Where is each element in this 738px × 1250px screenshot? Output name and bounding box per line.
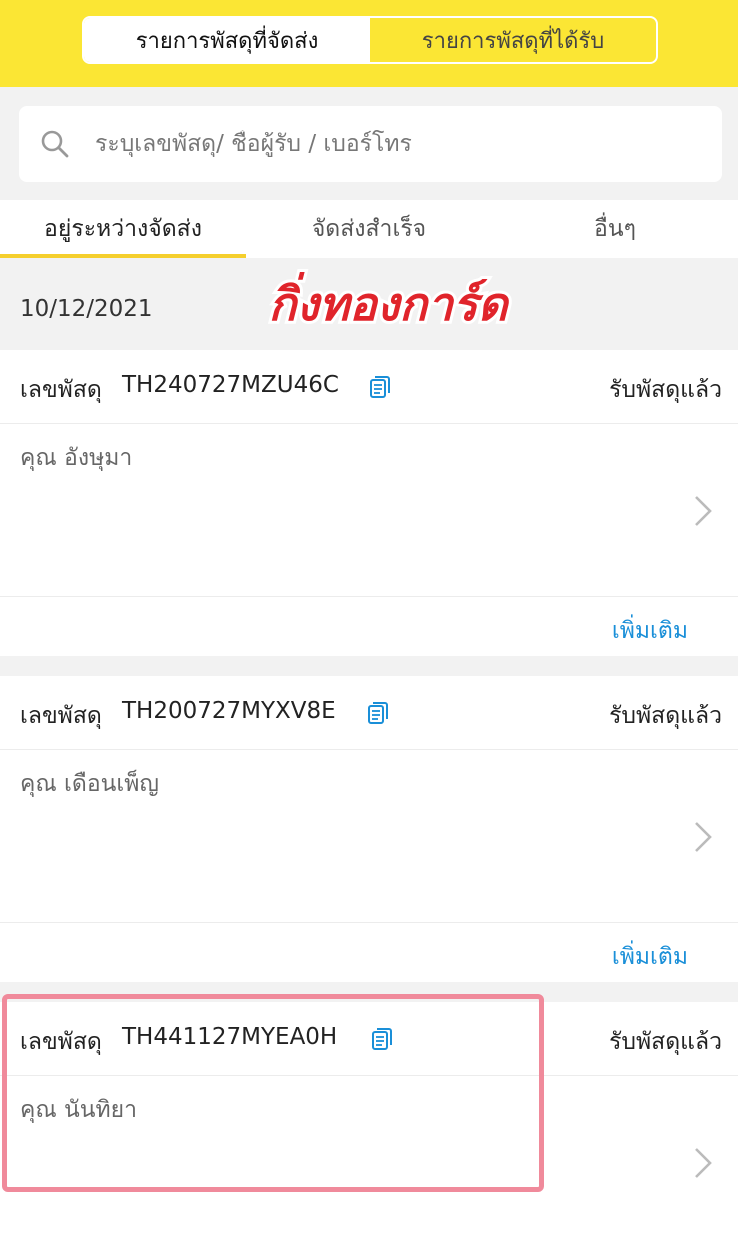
search-input[interactable]: [93, 130, 697, 158]
parcel-number: TH240727MZU46C: [122, 372, 339, 398]
copy-icon[interactable]: [368, 374, 392, 400]
recipient-name: คุณ นันทิยา: [20, 1097, 138, 1123]
tab-sent-parcels[interactable]: รายการพัสดุที่จัดส่ง: [84, 18, 370, 62]
parcel-number-label: เลขพัสดุ: [20, 703, 102, 729]
parcel-card-header: เลขพัสดุ TH240727MZU46C รับพัสดุแล้ว: [0, 350, 738, 424]
parcel-card[interactable]: เลขพัสดุ TH200727MYXV8E รับพัสดุแล้ว คุณ…: [0, 676, 738, 982]
more-details-link[interactable]: เพิ่มเติม: [612, 613, 688, 649]
watermark-text: กิ่งทองการ์ด: [269, 271, 511, 331]
search-bar: [19, 106, 722, 182]
parcel-status: รับพัสดุแล้ว: [609, 377, 722, 403]
recipient-name: คุณ อังษุมา: [20, 445, 133, 471]
chevron-right-icon[interactable]: [692, 494, 714, 528]
parcel-card[interactable]: เลขพัสดุ TH240727MZU46C รับพัสดุแล้ว คุณ…: [0, 350, 738, 656]
parcel-number: TH200727MYXV8E: [122, 698, 336, 724]
parcel-card-footer: เพิ่มเติม: [0, 596, 738, 656]
parcel-number-label: เลขพัสดุ: [20, 1029, 102, 1055]
tab-others[interactable]: อื่นๆ: [492, 200, 738, 258]
parcel-number-label: เลขพัสดุ: [20, 377, 102, 403]
chevron-right-icon[interactable]: [692, 1146, 714, 1180]
segmented-control: รายการพัสดุที่จัดส่ง รายการพัสดุที่ได้รั…: [82, 16, 658, 64]
header-bar: รายการพัสดุที่จัดส่ง รายการพัสดุที่ได้รั…: [0, 0, 738, 87]
parcel-card[interactable]: เลขพัสดุ TH441127MYEA0H รับพัสดุแล้ว คุณ…: [0, 1002, 738, 1250]
parcel-card-header: เลขพัสดุ TH200727MYXV8E รับพัสดุแล้ว: [0, 676, 738, 750]
watermark-logo: กิ่งทองการ์ด: [266, 268, 514, 334]
recipient-name: คุณ เดือนเพ็ญ: [20, 771, 159, 797]
tab-received-parcels[interactable]: รายการพัสดุที่ได้รับ: [370, 18, 656, 62]
more-details-link[interactable]: เพิ่มเติม: [612, 939, 688, 975]
copy-icon[interactable]: [370, 1026, 394, 1052]
tab-delivered[interactable]: จัดส่งสำเร็จ: [246, 200, 492, 258]
status-tabs: อยู่ระหว่างจัดส่ง จัดส่งสำเร็จ อื่นๆ: [0, 200, 738, 258]
search-icon: [41, 130, 69, 158]
parcel-status: รับพัสดุแล้ว: [609, 1029, 722, 1055]
date-group-label: 10/12/2021: [20, 296, 153, 322]
parcel-card-header: เลขพัสดุ TH441127MYEA0H รับพัสดุแล้ว: [0, 1002, 738, 1076]
chevron-right-icon[interactable]: [692, 820, 714, 854]
parcel-status: รับพัสดุแล้ว: [609, 703, 722, 729]
parcel-number: TH441127MYEA0H: [122, 1024, 338, 1050]
parcel-card-footer: เพิ่มเติม: [0, 922, 738, 982]
copy-icon[interactable]: [366, 700, 390, 726]
tab-in-transit[interactable]: อยู่ระหว่างจัดส่ง: [0, 200, 246, 258]
